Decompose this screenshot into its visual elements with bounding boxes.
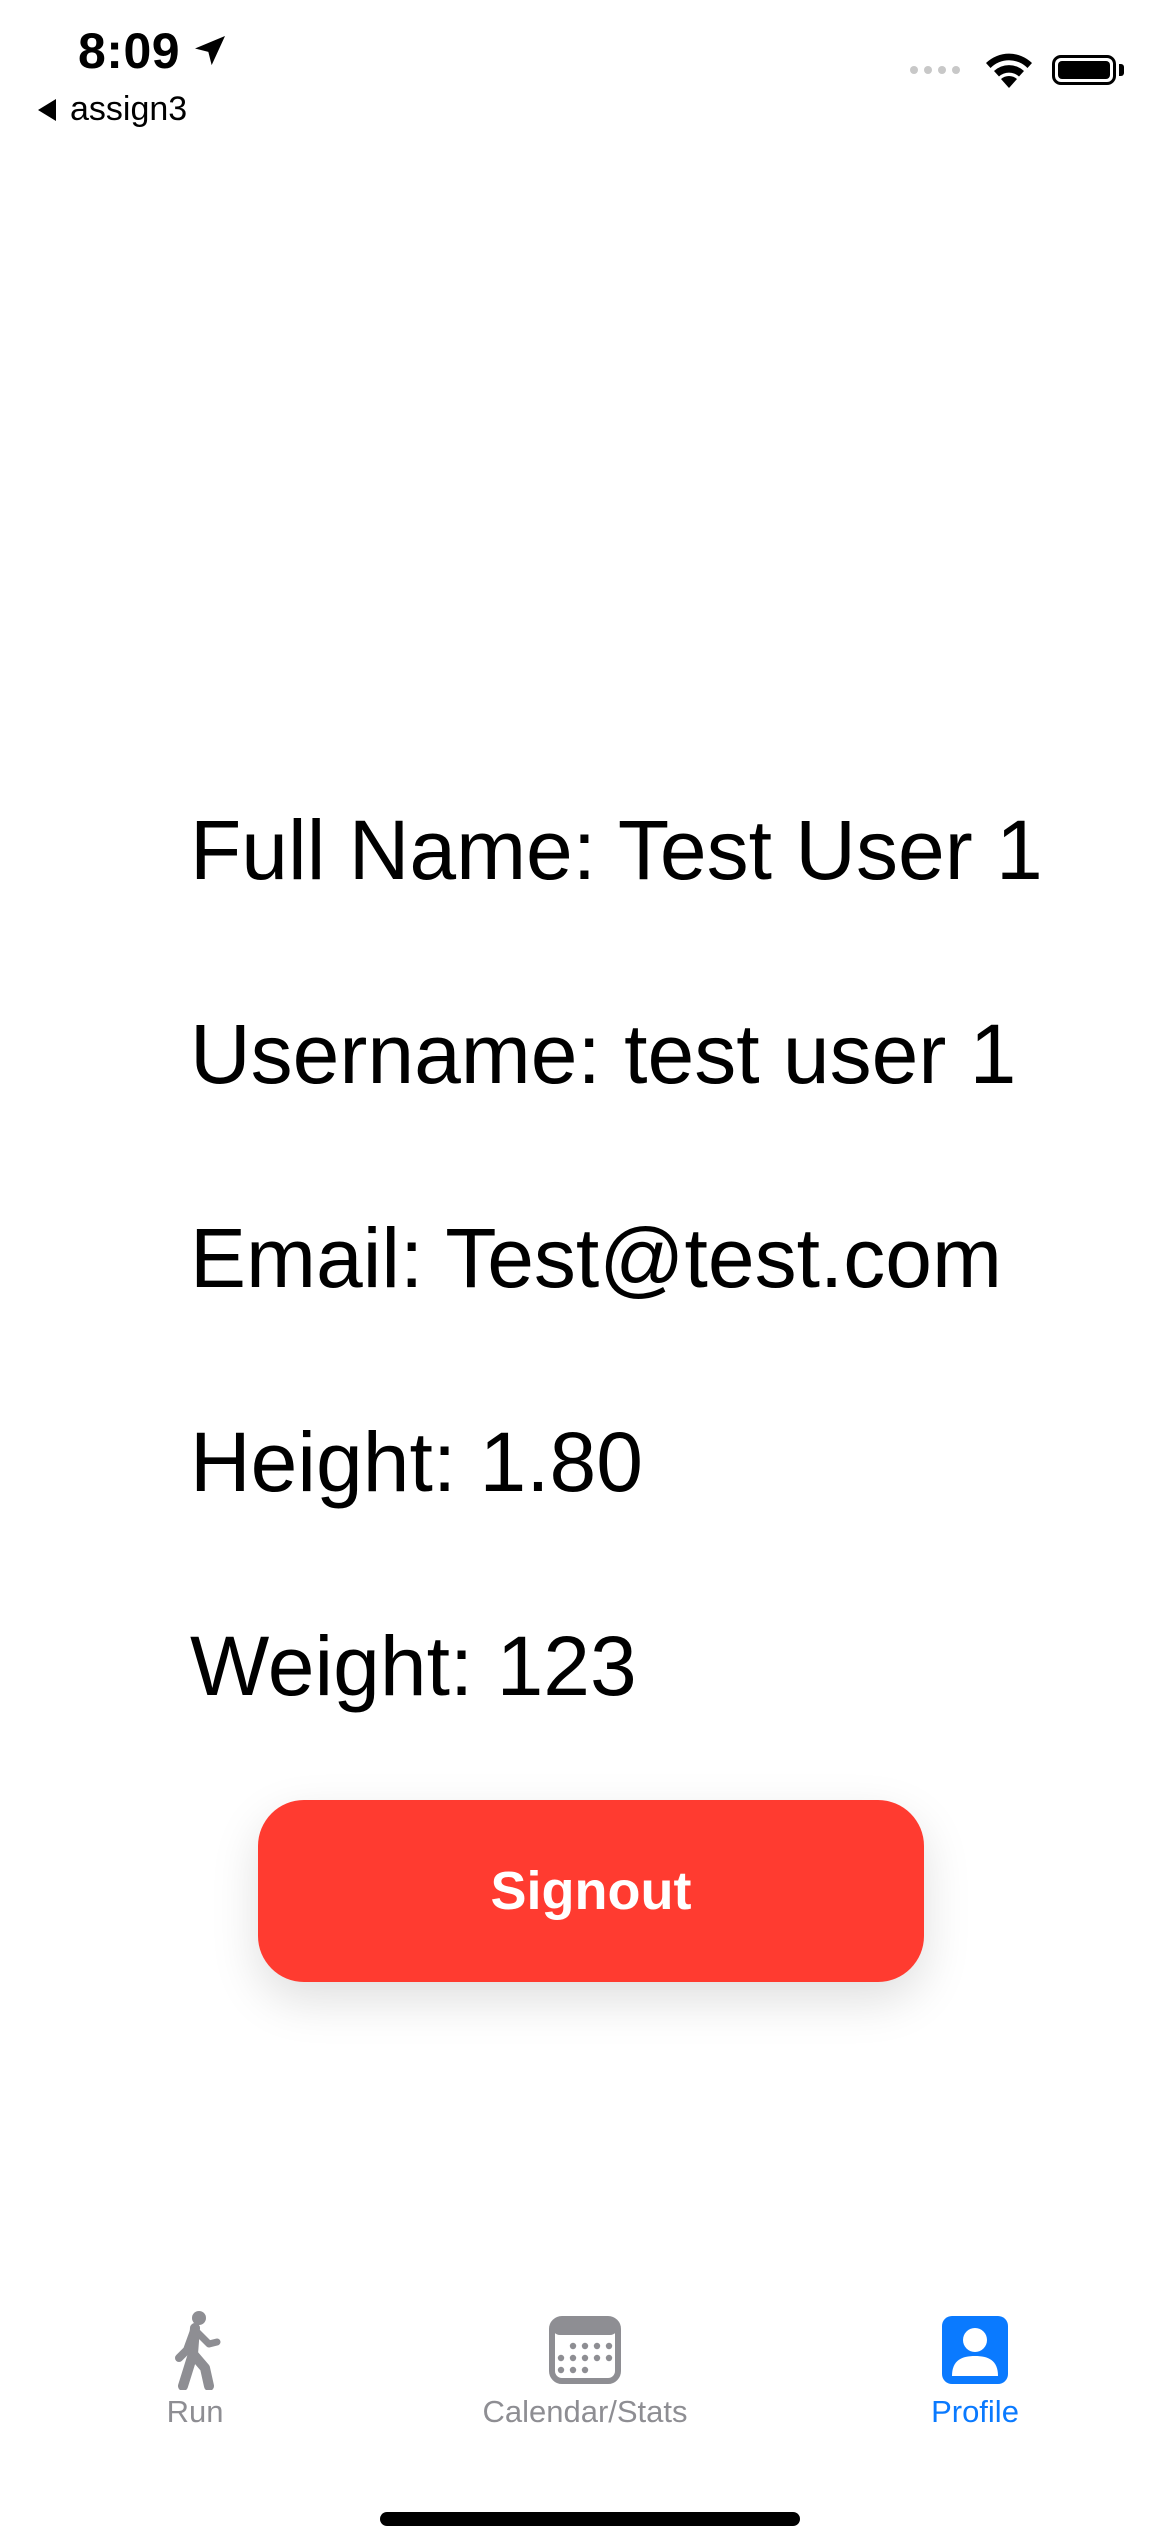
status-indicators <box>910 50 1124 90</box>
tab-bar: Run Calendar/Stats Profile <box>0 2310 1170 2460</box>
signout-button[interactable]: Signout <box>258 1800 924 1982</box>
cellular-signal-icon <box>910 66 960 74</box>
profile-details: Full Name: Test User 1 Username: test us… <box>190 800 1043 1716</box>
back-arrow-icon <box>38 98 56 121</box>
tab-profile[interactable]: Profile <box>780 2310 1170 2460</box>
walking-figure-icon <box>155 2310 235 2390</box>
wifi-icon <box>986 53 1032 88</box>
tab-profile-label: Profile <box>931 2394 1019 2429</box>
email-text: Email: Test@test.com <box>190 1211 1002 1305</box>
tab-run-label: Run <box>166 2394 224 2429</box>
location-arrow-icon <box>195 36 226 66</box>
person-card-icon <box>935 2310 1015 2390</box>
tab-calendar-stats[interactable]: Calendar/Stats <box>390 2310 780 2460</box>
username-text: Username: test user 1 <box>190 1007 1017 1101</box>
back-app-label: assign3 <box>70 90 188 128</box>
tab-calendar-stats-label: Calendar/Stats <box>482 2394 688 2429</box>
weight-text: Weight: 123 <box>190 1619 637 1713</box>
time-label: 8:09 <box>78 23 181 79</box>
battery-icon <box>1052 53 1124 87</box>
home-indicator[interactable] <box>380 2512 800 2526</box>
tab-run[interactable]: Run <box>0 2310 390 2460</box>
height-text: Height: 1.80 <box>190 1415 643 1509</box>
calendar-icon <box>545 2310 625 2390</box>
status-time: 8:09 <box>78 22 230 80</box>
full-name-text: Full Name: Test User 1 <box>190 803 1043 897</box>
back-to-app-link[interactable]: assign3 <box>38 90 187 129</box>
